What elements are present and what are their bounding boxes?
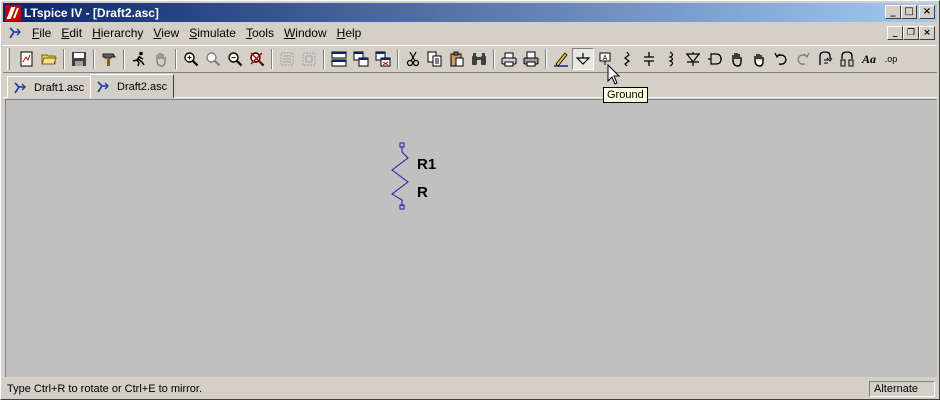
schematic-icon: [95, 79, 111, 95]
tile-windows-icon[interactable]: [328, 48, 350, 70]
main-toolbar: A Aa .op: [3, 45, 937, 73]
status-message: Type Ctrl+R to rotate or Ctrl+E to mirro…: [7, 383, 203, 395]
toolbar-separator: [493, 49, 495, 69]
menu-file-label: ile: [39, 26, 52, 40]
pan-zoom-icon[interactable]: [202, 48, 224, 70]
menu-simulate-label: imulate: [197, 26, 236, 40]
toolbar-separator: [175, 49, 177, 69]
document-system-icon[interactable]: [7, 25, 23, 41]
tab-draft1-label: Draft1.asc: [34, 81, 85, 94]
new-schematic-icon[interactable]: [16, 48, 38, 70]
copy-icon[interactable]: [424, 48, 446, 70]
document-tabs: Draft1.asc Draft2.asc: [3, 74, 937, 98]
drag-hand-icon[interactable]: [748, 48, 770, 70]
menu-tools-label: ools: [251, 26, 274, 40]
capacitor-icon[interactable]: [638, 48, 660, 70]
menu-edit-label: dit: [69, 26, 83, 40]
component-icon[interactable]: [704, 48, 726, 70]
rotate-icon[interactable]: [814, 48, 836, 70]
menu-bar: File Edit Hierarchy View Simulate Tools …: [3, 24, 937, 42]
window-title: LTspice IV - [Draft2.asc]: [24, 5, 159, 20]
menu-file[interactable]: File: [27, 26, 56, 40]
menu-view-label: iew: [161, 26, 180, 40]
draw-wire-pencil-icon[interactable]: [550, 48, 572, 70]
redo-icon[interactable]: [792, 48, 814, 70]
component-name-label[interactable]: R1: [417, 156, 436, 173]
text-font-label: Aa: [861, 51, 876, 66]
tile-horizontal-icon[interactable]: [276, 48, 298, 70]
tile-vertical-icon[interactable]: [298, 48, 320, 70]
menu-tools[interactable]: Tools: [241, 26, 279, 40]
cascade-windows-icon[interactable]: [350, 48, 372, 70]
ltspice-app-icon[interactable]: [5, 4, 21, 21]
print-setup-icon[interactable]: [498, 48, 520, 70]
menu-hierarchy-label: ierarchy: [100, 26, 144, 40]
menu-window-label: indow: [295, 26, 327, 40]
toolbar-separator: [545, 49, 547, 69]
toolbar-separator: [63, 49, 65, 69]
menu-help-accel: H: [336, 26, 346, 40]
document-restore-button[interactable]: ❐: [903, 26, 919, 40]
status-mode-panel: Alternate: [869, 381, 935, 397]
halt-hand-icon[interactable]: [150, 48, 172, 70]
spice-directive-icon[interactable]: .op: [880, 48, 902, 70]
undo-icon[interactable]: [770, 48, 792, 70]
diode-icon[interactable]: [682, 48, 704, 70]
run-simulation-icon[interactable]: [128, 48, 150, 70]
maximize-button[interactable]: □: [901, 5, 917, 19]
toolbar-grip[interactable]: [7, 48, 10, 70]
document-minimize-button[interactable]: _: [887, 26, 903, 40]
menu-window-accel: W: [283, 26, 296, 40]
zoom-out-icon[interactable]: [224, 48, 246, 70]
text-font-icon[interactable]: Aa: [858, 48, 880, 70]
save-icon[interactable]: [68, 48, 90, 70]
close-all-windows-icon[interactable]: [372, 48, 394, 70]
toolbar-separator: [397, 49, 399, 69]
menu-hierarchy-accel: H: [92, 26, 101, 40]
schematic-icon: [12, 80, 28, 96]
paste-icon[interactable]: [446, 48, 468, 70]
spice-directive-label: .op: [884, 54, 898, 64]
svg-text:A: A: [603, 55, 608, 62]
toolbar-separator: [123, 49, 125, 69]
rotate-move-hand-icon[interactable]: [726, 48, 748, 70]
status-bar: Type Ctrl+R to rotate or Ctrl+E to mirro…: [3, 379, 937, 399]
toolbar-separator: [323, 49, 325, 69]
tab-draft1[interactable]: Draft1.asc: [7, 76, 92, 98]
document-close-button[interactable]: ×: [919, 26, 935, 40]
application-window: LTspice IV - [Draft2.asc] _ □ × File Edi…: [0, 0, 940, 400]
print-icon[interactable]: [520, 48, 542, 70]
zoom-fit-icon[interactable]: [246, 48, 268, 70]
find-binoculars-icon[interactable]: [468, 48, 490, 70]
tab-draft2[interactable]: Draft2.asc: [90, 74, 175, 98]
mirror-icon[interactable]: [836, 48, 858, 70]
minimize-button[interactable]: _: [885, 5, 901, 19]
menu-window[interactable]: Window: [279, 26, 332, 40]
schematic-canvas[interactable]: R1 R: [5, 99, 937, 377]
toolbar-separator: [93, 49, 95, 69]
title-bar[interactable]: LTspice IV - [Draft2.asc] _ □ ×: [3, 3, 937, 22]
toolbar-separator: [271, 49, 273, 69]
cut-scissors-icon[interactable]: [402, 48, 424, 70]
ground-icon[interactable]: [572, 48, 594, 70]
inductor-icon[interactable]: [660, 48, 682, 70]
menu-help[interactable]: Help: [332, 26, 367, 40]
menu-hierarchy[interactable]: Hierarchy: [87, 26, 148, 40]
menu-help-label: elp: [345, 26, 362, 40]
ground-tooltip: Ground: [603, 87, 648, 103]
mouse-cursor-icon: [607, 64, 621, 85]
menu-view[interactable]: View: [148, 26, 184, 40]
close-button[interactable]: ×: [919, 5, 935, 19]
zoom-in-icon[interactable]: [180, 48, 202, 70]
tab-draft2-label: Draft2.asc: [117, 80, 168, 93]
control-panel-hammer-icon[interactable]: [98, 48, 120, 70]
menu-simulate[interactable]: Simulate: [184, 26, 241, 40]
open-folder-icon[interactable]: [38, 48, 60, 70]
menu-edit[interactable]: Edit: [56, 26, 87, 40]
component-value-label[interactable]: R: [417, 184, 428, 201]
resistor-r1[interactable]: [386, 140, 422, 212]
